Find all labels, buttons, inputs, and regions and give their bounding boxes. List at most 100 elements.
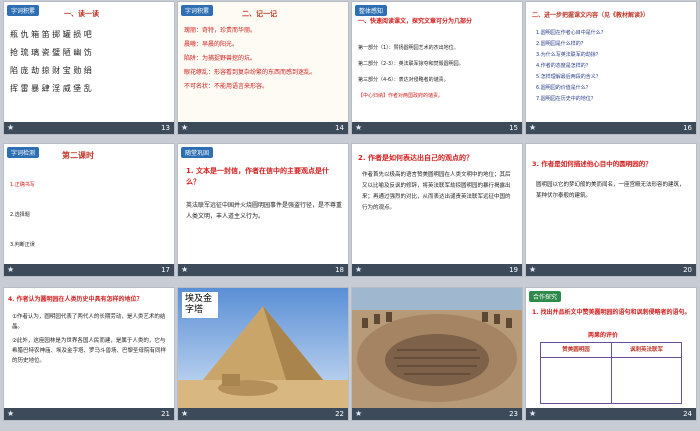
text-line: 第一部分（1）：赞扬圆明园艺术的杰出地位。 xyxy=(358,45,459,51)
star-icon: ★ xyxy=(355,409,363,418)
star-icon: ★ xyxy=(355,265,363,274)
slide-thumbnail[interactable]: 整体感知 一、快速阅读课文，探究文章可分为几部分 第一部分（1）：赞扬圆明园艺术… xyxy=(352,2,522,134)
slide-body: ①作者认为，圆明园代表了两代人的长期劳动，是人类艺术的结晶。 ②此外，这座园林是… xyxy=(12,312,168,366)
text-line: 第二部分（2-3）：英法联军掠夺和焚毁圆明园。 xyxy=(358,61,464,67)
slide-footer: ★ 13 xyxy=(4,122,174,134)
slide-body: 1.正确书写 2.选择题 3.判断正误 xyxy=(10,170,170,260)
text-line: 2.选择题 xyxy=(10,212,30,218)
slide-body: 作者首先以极高的语言赞美圆明园在人类文明中的地位；其后又以比喻及反讽的修辞，将英… xyxy=(362,172,511,211)
slide-number: 24 xyxy=(683,410,692,418)
slide-title: 1. 文本是一封信，作者在信中的主要观点是什么？ xyxy=(186,167,329,186)
slide-thumbnail[interactable]: ★ 23 xyxy=(352,288,522,420)
text-line: 瑰丽：奇特，珍贵而华丽。 xyxy=(184,27,257,34)
slide-footer: ★ 19 xyxy=(352,264,522,276)
text-line: 眼花缭乱：形容看到复杂纷繁的东西而感到迷乱。 xyxy=(184,69,317,76)
evaluation-table: 赞美圆明园 讽刺英法联军 xyxy=(540,342,682,404)
slide-thumbnail[interactable]: 2. 作者是如何表达出自己的观点的？ 作者首先以极高的语言赞美圆明园在人类文明中… xyxy=(352,144,522,276)
section-tag: 整体感知 xyxy=(355,5,388,16)
text-line: 陷 庞 劫 掠 财 宝 勋 绢 xyxy=(10,66,92,75)
slide-title: 二、进一步把握课文内容（见《教材解读》） xyxy=(532,12,650,19)
slide-title: 3. 作者是如何描述他心目中的圆明园的？ xyxy=(532,160,652,168)
slide-number: 19 xyxy=(509,266,518,274)
slide-body: 1.圆明园在作者心目中是什么？ 2.圆明园是什么样的？ 3.为什么写英法联军的劫… xyxy=(536,28,686,105)
slide-number: 20 xyxy=(683,266,692,274)
slide-footer: ★ 16 xyxy=(526,122,696,134)
slide-footer: ★ 14 xyxy=(178,122,348,134)
slide-number: 22 xyxy=(335,410,344,418)
star-icon: ★ xyxy=(181,409,189,418)
slide-title: 1. 找出并品析文中赞美圆明园的语句和讽刺侵略者的语句。 xyxy=(532,309,691,316)
slide-title: 第二课时 xyxy=(62,151,94,160)
text-line: ①作者认为，圆明园代表了两代人的长期劳动，是人类艺术的结晶。 xyxy=(12,314,166,330)
text-line: ②此外，这座园林是为世界各国人民而建，是属于人类的，它与希腊巴特农神庙、埃及金字… xyxy=(12,338,167,364)
section-tag: 字词积累 xyxy=(7,5,40,16)
slide-title: 2. 作者是如何表达出自己的观点的？ xyxy=(358,154,473,162)
slide-thumbnail[interactable]: 字词积累 二、记一记 瑰丽：奇特，珍贵而华丽。 晨曦：早晨的阳光。 陷阱：为捕捉… xyxy=(178,2,348,134)
slide-body: 瑰丽：奇特，珍贵而华丽。 晨曦：早晨的阳光。 陷阱：为捕捉野兽挖的坑。 眼花缭乱… xyxy=(184,24,342,94)
pyramid-photo: 埃及金字塔 xyxy=(178,288,348,408)
text-line: 挥 雷 暴 肆 淫 威 堡 乱 xyxy=(10,84,92,93)
slide-thumbnail[interactable]: 3. 作者是如何描述他心目中的圆明园的？ 圆明园以它的梦幻般的美而闻名，一座宫殿… xyxy=(526,144,696,276)
text-line: 6.圆明园的价值是什么？ xyxy=(536,85,591,91)
slide-body: 英法联军远征中国并火烧圆明园事件是强盗行径，是不尊重人类文明，丰人道主义行为。 xyxy=(186,202,343,220)
star-icon: ★ xyxy=(7,123,15,132)
slide-footer: ★ 15 xyxy=(352,122,522,134)
slide-thumbnail[interactable]: 埃及金字塔 ★ 22 xyxy=(178,288,348,420)
slide-number: 18 xyxy=(335,266,344,274)
slide-thumbnail[interactable]: 随堂巩固 1. 文本是一封信，作者在信中的主要观点是什么？ 英法联军远征中国并火… xyxy=(178,144,348,276)
text-line: 3.判断正误 xyxy=(10,242,35,248)
slide-title: 4. 作者认为圆明园在人类历史中具有怎样的地位？ xyxy=(8,296,143,303)
table-header-cell: 讽刺英法联军 xyxy=(612,343,681,358)
text-line: 【中心归纳】作者对两国政府的谴责。 xyxy=(358,93,444,99)
slide-thumbnail[interactable]: 合作探究 1. 找出并品析文中赞美圆明园的语句和讽刺侵略者的语句。 两果的评价 … xyxy=(526,288,696,420)
star-icon: ★ xyxy=(355,123,363,132)
slide-footer: ★ 23 xyxy=(352,408,522,420)
slide-number: 13 xyxy=(161,124,170,132)
slide-footer: ★ 18 xyxy=(178,264,348,276)
text-line: 5.怎样理解最后两段的含义？ xyxy=(536,74,601,80)
section-tag: 字词积累 xyxy=(181,5,214,16)
star-icon: ★ xyxy=(529,123,537,132)
star-icon: ★ xyxy=(529,265,537,274)
table-title: 两果的评价 xyxy=(588,332,619,339)
colosseum-image xyxy=(352,288,522,408)
text-line: 2.圆明园是什么样的？ xyxy=(536,41,586,47)
slide-body: 瓶 仇 箱 笛 掷 罐 损 吧 抢 琉 璃 瓷 璧 陋 幽 饬 陷 庞 劫 掠 … xyxy=(10,26,92,98)
slide-number: 15 xyxy=(509,124,518,132)
slide-number: 21 xyxy=(161,410,170,418)
slide-title: 一、读一读 xyxy=(64,10,99,18)
text-line: 3.为什么写英法联军的劫掠？ xyxy=(536,52,601,58)
table-header-cell: 赞美圆明园 xyxy=(541,343,612,358)
slide-body: 圆明园以它的梦幻般的美而闻名，一座宫殿无法形容的建筑，某种伏尔泰般的建筑。 xyxy=(536,182,685,199)
slide-footer: ★ 20 xyxy=(526,264,696,276)
text-line: 7.圆明园在历史中的地位？ xyxy=(536,96,596,102)
slide-footer: ★ 22 xyxy=(178,408,348,420)
section-tag: 合作探究 xyxy=(529,291,562,302)
star-icon: ★ xyxy=(529,409,537,418)
slide-thumbnail[interactable]: 二、进一步把握课文内容（见《教材解读》） 1.圆明园在作者心目中是什么？ 2.圆… xyxy=(526,2,696,134)
star-icon: ★ xyxy=(7,409,15,418)
text-line: 1.正确书写 xyxy=(10,182,35,188)
slide-footer: ★ 24 xyxy=(526,408,696,420)
colosseum-photo xyxy=(352,288,522,408)
slide-title: 一、快速阅读课文，探究文章可分为几部分 xyxy=(358,18,473,25)
star-icon: ★ xyxy=(181,123,189,132)
text-line: 4.作者的态度是怎样的？ xyxy=(536,63,591,69)
slide-footer: ★ 17 xyxy=(4,264,174,276)
text-line: 瓶 仇 箱 笛 掷 罐 损 吧 xyxy=(10,30,92,39)
slide-thumbnail[interactable]: 字词检测 第二课时 1.正确书写 2.选择题 3.判断正误 ★ 17 xyxy=(4,144,174,276)
table-divider xyxy=(611,358,612,403)
text-line: 第三部分（4-6）：表达对侵略者的谴责。 xyxy=(358,77,449,83)
slide-number: 23 xyxy=(509,410,518,418)
section-tag: 字词检测 xyxy=(7,147,40,158)
slide-number: 14 xyxy=(335,124,344,132)
text-line: 晨曦：早晨的阳光。 xyxy=(184,41,239,48)
slide-number: 16 xyxy=(683,124,692,132)
slide-thumbnail[interactable]: 4. 作者认为圆明园在人类历史中具有怎样的地位？ ①作者认为，圆明园代表了两代人… xyxy=(4,288,174,420)
text-line: 抢 琉 璃 瓷 璧 陋 幽 饬 xyxy=(10,48,92,57)
text-line: 陷阱：为捕捉野兽挖的坑。 xyxy=(184,55,257,62)
slide-title: 二、记一记 xyxy=(242,10,277,18)
photo-caption: 埃及金字塔 xyxy=(182,292,218,318)
slide-thumbnail[interactable]: 字词积累 一、读一读 瓶 仇 箱 笛 掷 罐 损 吧 抢 琉 璃 瓷 璧 陋 幽… xyxy=(4,2,174,134)
section-tag: 随堂巩固 xyxy=(181,147,214,158)
